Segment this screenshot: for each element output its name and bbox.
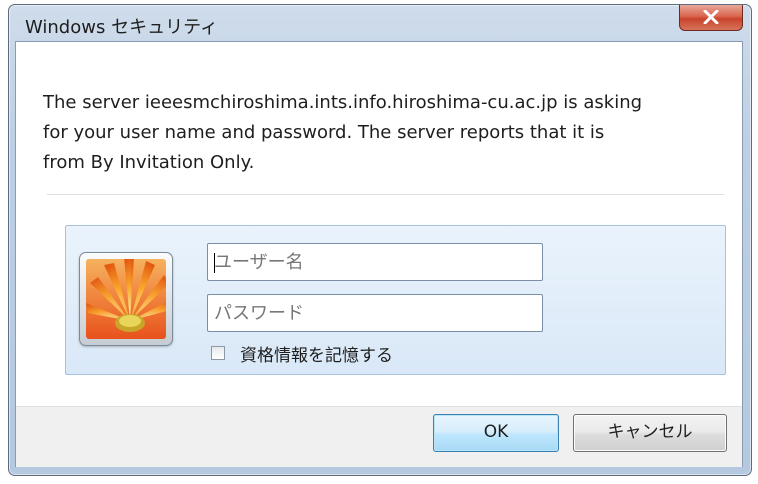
text-caret <box>214 253 215 273</box>
window-title: Windows セキュリティ <box>25 17 218 38</box>
title-bar[interactable]: Windows セキュリティ <box>9 5 751 45</box>
close-button[interactable] <box>679 5 743 31</box>
user-avatar <box>79 252 173 346</box>
message-line-3: from By Invitation Only. <box>43 152 255 173</box>
cancel-button[interactable]: キャンセル <box>573 414 727 452</box>
username-input[interactable] <box>207 243 543 281</box>
message-line-1: The server ieeesmchiroshima.ints.info.hi… <box>43 92 643 113</box>
password-input[interactable] <box>207 294 543 332</box>
dialog-content: The server ieeesmchiroshima.ints.info.hi… <box>15 41 743 467</box>
remember-checkbox[interactable] <box>211 346 225 360</box>
ok-button[interactable]: OK <box>433 414 559 452</box>
remember-credentials[interactable]: 資格情報を記憶する <box>211 342 393 366</box>
remember-label: 資格情報を記憶する <box>240 345 393 366</box>
close-icon <box>703 10 719 24</box>
separator <box>47 194 724 195</box>
user-tile-flower-icon <box>86 259 166 339</box>
credential-panel: 資格情報を記憶する <box>65 225 726 375</box>
message-line-2: for your user name and password. The ser… <box>43 122 605 143</box>
server-message: The server ieeesmchiroshima.ints.info.hi… <box>43 88 733 178</box>
